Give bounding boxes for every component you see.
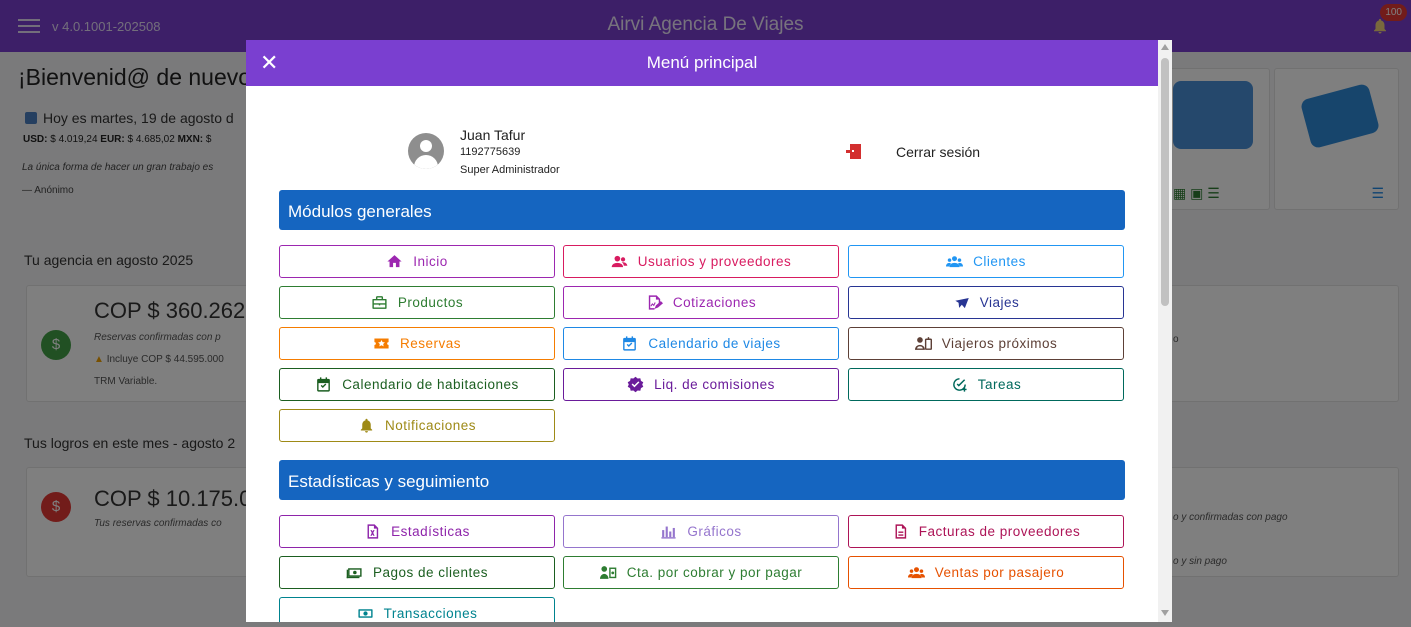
modal-header: ✕ Menú principal [246, 40, 1158, 86]
passengers-icon [907, 567, 925, 579]
menu-button-clientes[interactable]: Clientes [848, 245, 1124, 278]
menu-button-label: Ventas por pasajero [934, 565, 1065, 580]
user-id: 1192775639 [460, 146, 521, 158]
menu-button-notificaciones[interactable]: Notificaciones [279, 409, 555, 442]
menu-button-label: Notificaciones [384, 418, 477, 433]
menu-button-estadisticas[interactable]: Estadísticas [279, 515, 555, 548]
menu-button-calendario-de-habitaciones[interactable]: Calendario de habitaciones [279, 368, 555, 401]
menu-button-cta-por-cobrar-y-por-pagar[interactable]: Cta. por cobrar y por pagar [563, 556, 839, 589]
menu-button-label: Transacciones [383, 606, 478, 621]
menu-button-label: Reservas [399, 336, 462, 351]
menu-button-viajes[interactable]: Viajes [848, 286, 1124, 319]
airplane-icon [955, 298, 969, 309]
scrollbar-thumb[interactable] [1161, 58, 1169, 306]
menu-button-label: Productos [397, 295, 464, 310]
main-menu-modal: ✕ Menú principal Juan Tafur 1192775639 S… [246, 40, 1158, 622]
excel-doc-icon [367, 524, 379, 539]
logout-label: Cerrar sesión [896, 144, 981, 160]
menu-button-tareas[interactable]: Tareas [848, 368, 1124, 401]
scroll-up-arrow-icon[interactable] [1161, 44, 1169, 50]
menu-button-productos[interactable]: Productos [279, 286, 555, 319]
logout-door-icon [846, 144, 861, 159]
menu-button-usuarios-y-proveedores[interactable]: Usuarios y proveedores [563, 245, 839, 278]
menu-button-label: Facturas de proveedores [918, 524, 1081, 539]
bar-chart-icon [661, 526, 676, 539]
section-header-estadisticas-y-seguimiento: Estadísticas y seguimiento [279, 460, 1125, 500]
modal-title: Menú principal [646, 53, 758, 72]
menu-button-label: Calendario de habitaciones [342, 377, 519, 392]
menu-button-label: Viajes [979, 295, 1020, 310]
menu-button-ventas-por-pasajero[interactable]: Ventas por pasajero [848, 556, 1124, 589]
menu-button-pagos-de-clientes[interactable]: Pagos de clientes [279, 556, 555, 589]
menu-button-reservas[interactable]: Reservas [279, 327, 555, 360]
menu-button-label: Liq. de comisiones [654, 377, 775, 392]
transactions-icon [358, 609, 373, 618]
briefcase-icon [372, 296, 387, 309]
menu-button-graficos[interactable]: Gráficos [563, 515, 839, 548]
quote-doc-icon [648, 295, 663, 310]
accounts-icon [599, 566, 616, 579]
scroll-down-arrow-icon[interactable] [1161, 610, 1169, 616]
menu-button-label: Tareas [977, 377, 1022, 392]
group-icon [946, 256, 964, 268]
menu-button-label: Calendario de viajes [648, 336, 781, 351]
invoice-icon [895, 524, 906, 539]
section-header-modulos-generales: Módulos generales [279, 190, 1125, 230]
menu-button-viajeros-proximos[interactable]: Viajeros próximos [848, 327, 1124, 360]
menu-button-transacciones[interactable]: Transacciones [279, 597, 555, 622]
menu-button-label: Inicio [413, 254, 448, 269]
bell-icon [360, 418, 373, 433]
menu-button-label: Pagos de clientes [372, 565, 489, 580]
menu-button-label: Viajeros próximos [941, 336, 1058, 351]
menu-button-label: Clientes [973, 254, 1026, 269]
verified-badge-icon [627, 376, 644, 393]
menu-button-inicio[interactable]: Inicio [279, 245, 555, 278]
menu-button-cotizaciones[interactable]: Cotizaciones [563, 286, 839, 319]
user-role: Super Administrador [460, 164, 560, 176]
calendar-check-icon [623, 336, 637, 351]
user-name: Juan Tafur [460, 127, 526, 143]
modal-scrollbar[interactable] [1158, 40, 1172, 622]
menu-button-liq-de-comisiones[interactable]: Liq. de comisiones [563, 368, 839, 401]
menu-button-label: Cta. por cobrar y por pagar [626, 565, 803, 580]
menu-button-calendario-de-viajes[interactable]: Calendario de viajes [563, 327, 839, 360]
cash-icon [346, 568, 362, 579]
home-icon [387, 255, 402, 268]
menu-button-label: Gráficos [687, 524, 742, 539]
menu-button-facturas-de-proveedores[interactable]: Facturas de proveedores [848, 515, 1124, 548]
users-icon [611, 255, 627, 268]
calendar-room-icon [317, 377, 331, 392]
star-ticket-icon [374, 338, 389, 349]
traveler-icon [914, 337, 932, 350]
task-check-icon [952, 378, 967, 392]
menu-button-label: Cotizaciones [672, 295, 757, 310]
avatar [408, 133, 444, 169]
menu-button-label: Usuarios y proveedores [637, 254, 792, 269]
menu-button-label: Estadísticas [391, 524, 470, 539]
